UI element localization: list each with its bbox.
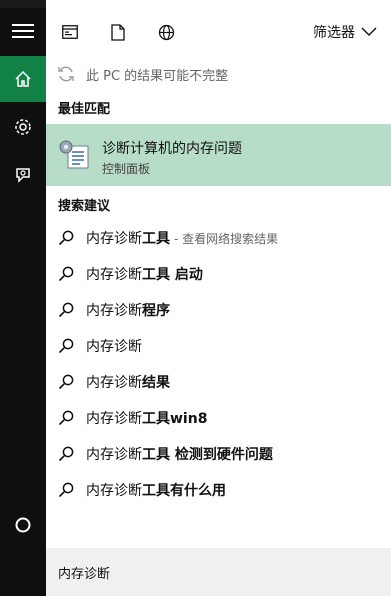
suggestion-text: 内存诊断工具win8 — [86, 408, 211, 428]
refresh-icon — [58, 66, 74, 82]
web-filter-button[interactable] — [156, 22, 176, 42]
notice-text: 此 PC 的结果可能不完整 — [86, 68, 229, 84]
hamburger-menu-button[interactable] — [0, 8, 46, 54]
search-icon — [58, 374, 74, 390]
documents-filter-button[interactable] — [108, 22, 128, 42]
suggestion-text: 内存诊断结果 — [86, 372, 174, 392]
suggestion-prefix: 内存诊断 — [86, 375, 142, 391]
suggestion-bold-suffix: 结果 — [142, 375, 170, 391]
search-icon — [58, 338, 74, 354]
app-window-icon — [62, 25, 78, 39]
settings-button[interactable] — [0, 104, 46, 150]
suggestion-bold-suffix: 工具有什么用 — [142, 483, 226, 499]
suggestion-text: 内存诊断工具 - 查看网络搜索结果 — [86, 228, 278, 248]
cortana-circle-icon — [15, 517, 31, 533]
search-icon — [58, 410, 74, 426]
suggestion-prefix: 内存诊断 — [86, 303, 142, 319]
suggestion-item[interactable]: 内存诊断工具 启动 — [46, 256, 391, 292]
filter-label: 筛选器 — [313, 25, 355, 41]
globe-icon — [158, 24, 174, 40]
suggestion-bold-suffix: 工具win8 — [142, 411, 208, 427]
filter-dropdown[interactable]: 筛选器 — [313, 22, 377, 42]
search-icon — [58, 230, 74, 246]
suggestion-text: 内存诊断 — [86, 336, 146, 356]
suggestion-prefix: 内存诊断 — [86, 483, 142, 499]
memory-diagnostic-app-icon — [59, 140, 89, 169]
suggestion-text: 内存诊断工具有什么用 — [86, 480, 230, 500]
search-icon — [58, 266, 74, 282]
rail-top-strip — [0, 0, 46, 8]
suggestion-prefix: 内存诊断 — [86, 339, 142, 355]
suggestion-text: 内存诊断程序 — [86, 300, 174, 320]
suggestion-prefix: 内存诊断 — [86, 267, 142, 283]
suggestion-bold-suffix: 工具 — [142, 231, 170, 247]
suggestion-item[interactable]: 内存诊断 — [46, 328, 391, 364]
suggestion-text: 内存诊断工具 启动 — [86, 264, 207, 284]
home-icon — [15, 70, 31, 87]
suggestions-heading: 搜索建议 — [58, 199, 111, 214]
document-icon — [111, 23, 125, 41]
suggestion-item[interactable]: 内存诊断工具 检测到硬件问题 — [46, 436, 391, 472]
suggestion-item[interactable]: 内存诊断结果 — [46, 364, 391, 400]
best-match-heading: 最佳匹配 — [58, 102, 111, 117]
feedback-icon — [16, 168, 30, 183]
suggestion-hint: - 查看网络搜索结果 — [174, 232, 279, 246]
best-match-title: 诊断计算机的内存问题 — [102, 141, 242, 157]
feedback-button[interactable] — [0, 152, 46, 198]
suggestion-item[interactable]: 内存诊断程序 — [46, 292, 391, 328]
home-button[interactable] — [0, 56, 46, 102]
search-icon — [58, 446, 74, 462]
suggestion-bold-suffix: 程序 — [142, 303, 170, 319]
search-box[interactable]: 内存诊断 — [46, 548, 391, 596]
gear-icon — [15, 119, 31, 135]
cortana-button[interactable] — [0, 502, 46, 548]
suggestion-item[interactable]: 内存诊断工具有什么用 — [46, 472, 391, 508]
suggestion-bold-suffix: 工具 启动 — [142, 267, 203, 283]
apps-filter-button[interactable] — [60, 22, 80, 42]
best-match-result[interactable]: 诊断计算机的内存问题 控制面板 — [46, 124, 391, 186]
chevron-down-icon — [361, 27, 377, 36]
suggestion-item[interactable]: 内存诊断工具win8 — [46, 400, 391, 436]
suggestion-prefix: 内存诊断 — [86, 447, 142, 463]
suggestion-bold-suffix: 工具 检测到硬件问题 — [142, 447, 273, 463]
suggestion-prefix: 内存诊断 — [86, 411, 142, 427]
search-filter-bar: 筛选器 — [46, 0, 391, 56]
search-input-value[interactable]: 内存诊断 — [58, 563, 110, 582]
best-match-subtitle: 控制面板 — [102, 162, 151, 176]
start-rail — [0, 0, 46, 596]
incomplete-results-notice: 此 PC 的结果可能不完整 — [46, 58, 391, 90]
suggestion-text: 内存诊断工具 检测到硬件问题 — [86, 444, 277, 464]
suggestion-prefix: 内存诊断 — [86, 231, 142, 247]
search-icon — [58, 482, 74, 498]
search-icon — [58, 302, 74, 318]
hamburger-icon — [12, 24, 34, 38]
suggestion-item[interactable]: 内存诊断工具 - 查看网络搜索结果 — [46, 220, 391, 256]
